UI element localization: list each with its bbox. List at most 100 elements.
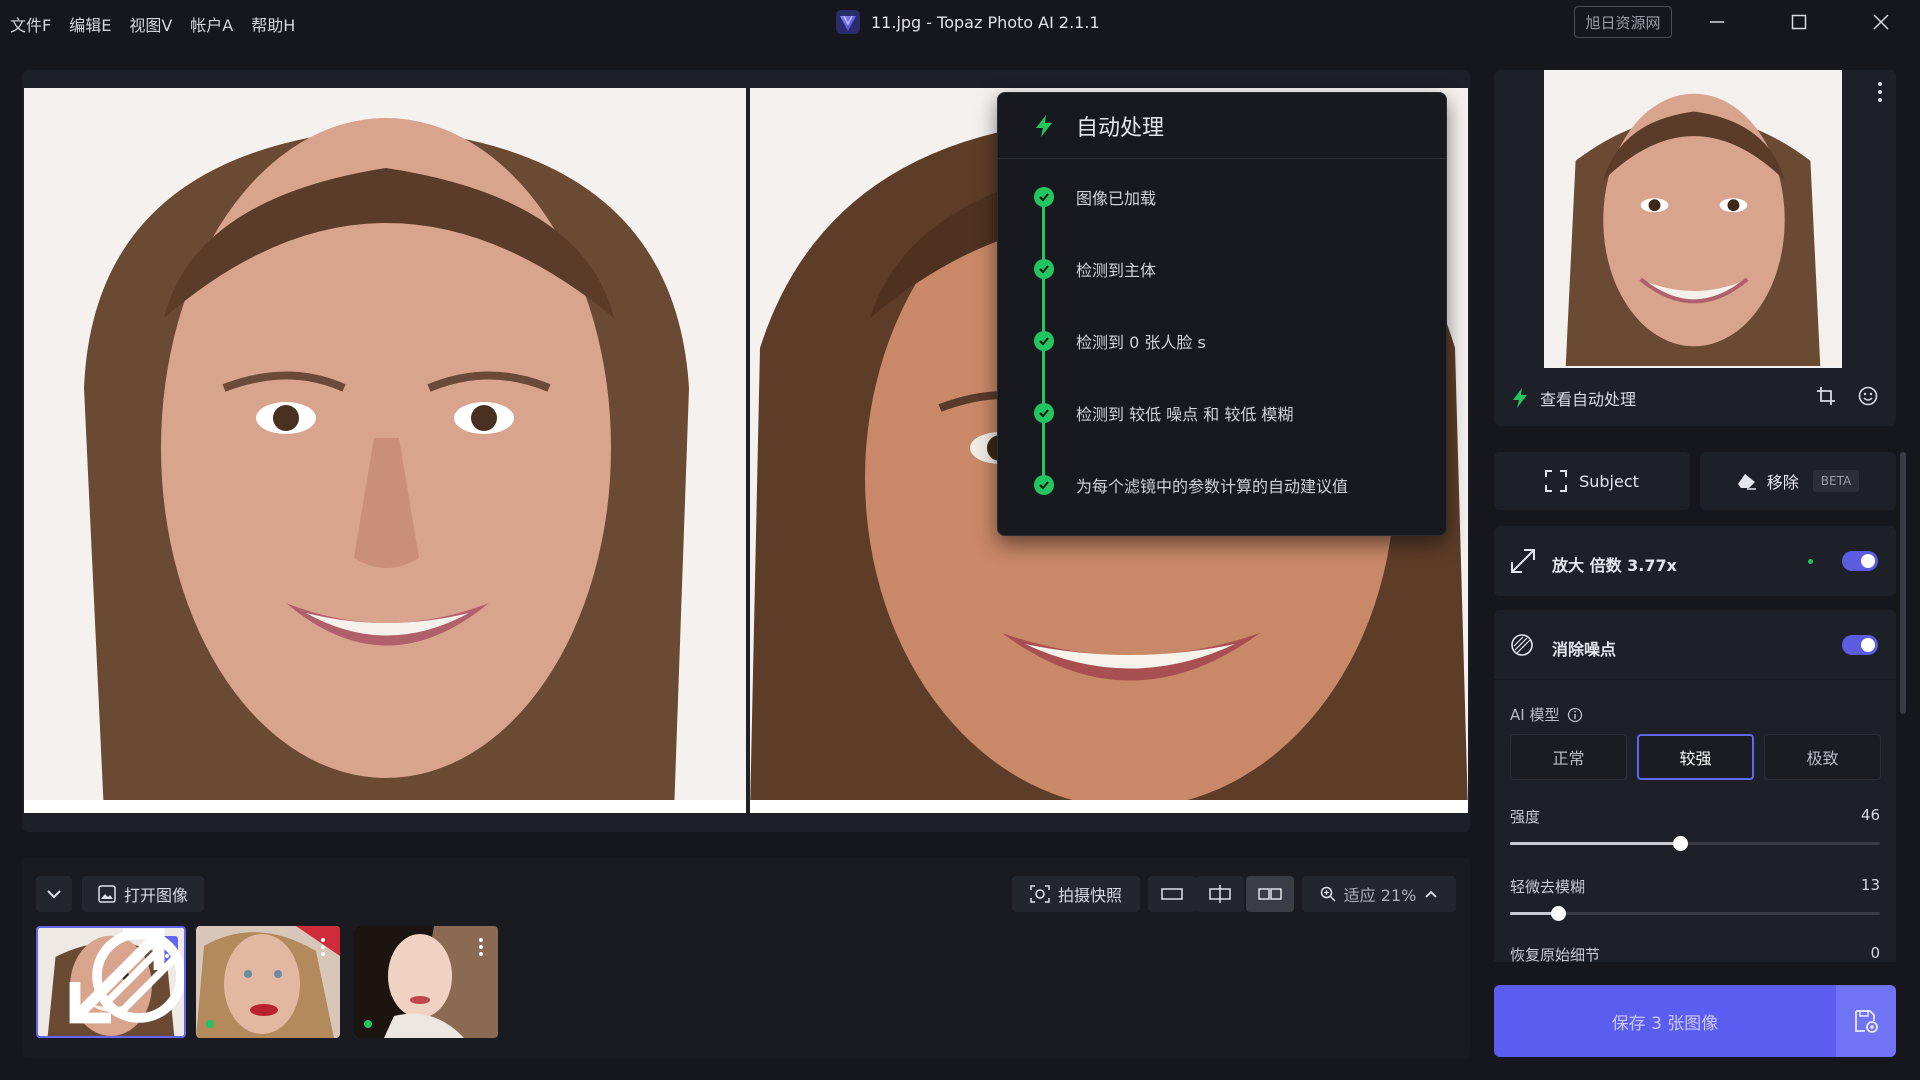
- menu-account[interactable]: 帐户A: [190, 12, 233, 36]
- collapse-button[interactable]: [36, 876, 72, 912]
- check-icon: [1034, 331, 1054, 351]
- info-icon[interactable]: [1567, 707, 1583, 723]
- subject-label: Subject: [1579, 471, 1639, 491]
- model-option-normal[interactable]: 正常: [1510, 734, 1627, 780]
- denoise-header[interactable]: 消除噪点: [1494, 610, 1896, 680]
- denoise-badge-icon: [92, 929, 184, 1023]
- deblur-label: 轻微去模糊: [1510, 878, 1586, 896]
- check-icon: [1034, 475, 1054, 495]
- thumbnail-menu-button[interactable]: [470, 934, 492, 960]
- menu-edit[interactable]: 编辑E: [69, 12, 111, 36]
- subject-button[interactable]: Subject: [1494, 452, 1690, 510]
- view-side-by-side-button[interactable]: [1246, 876, 1294, 912]
- open-image-button[interactable]: 打开图像: [82, 876, 204, 912]
- view-auto-label: 查看自动处理: [1540, 390, 1637, 409]
- zoom-control[interactable]: 适应 21%: [1302, 876, 1456, 912]
- upscale-card[interactable]: 放大 倍数 3.77x: [1494, 526, 1896, 596]
- step-label: 检测到 较低 噪点 和 较低 模糊: [1076, 405, 1294, 424]
- face-icon[interactable]: [1858, 386, 1878, 406]
- title-bar: 文件F 编辑E 视图V 帐户A 帮助H 11.jpg - Topaz Photo…: [0, 0, 1920, 44]
- remove-button[interactable]: 移除 BETA: [1700, 452, 1896, 510]
- status-dot: [206, 1020, 214, 1028]
- model-option-strong[interactable]: 较强: [1637, 734, 1754, 780]
- status-dot: [364, 1020, 372, 1028]
- step-item: 检测到 较低 噪点 和 较低 模糊: [1034, 401, 1293, 425]
- maximize-icon: [1791, 14, 1807, 30]
- sidebar-fade: [1494, 962, 1896, 985]
- denoise-toggle[interactable]: [1842, 635, 1878, 655]
- strength-value: 46: [1860, 806, 1880, 824]
- snapshot-label: 拍摄快照: [1057, 886, 1122, 905]
- window-title-group: 11.jpg - Topaz Photo AI 2.1.1: [835, 9, 1100, 35]
- zoom-icon: [1320, 886, 1336, 902]
- save-settings-icon: [1855, 1010, 1878, 1033]
- auto-panel-title: 自动处理: [1076, 115, 1165, 141]
- step-item: 为每个滤镜中的参数计算的自动建议值: [1034, 473, 1348, 497]
- denoise-icon: [1511, 634, 1533, 656]
- view-split-button[interactable]: [1196, 876, 1244, 912]
- step-label: 为每个滤镜中的参数计算的自动建议值: [1076, 477, 1349, 496]
- restore-detail-value: 0: [1870, 944, 1880, 962]
- strength-label: 强度: [1510, 808, 1541, 826]
- step-label: 图像已加载: [1076, 189, 1157, 208]
- thumbnail-2[interactable]: [196, 926, 340, 1038]
- lightning-icon: [1513, 388, 1527, 408]
- check-icon: [1034, 187, 1054, 207]
- step-item: 图像已加载: [1034, 185, 1156, 209]
- sidebar-scrollbar[interactable]: [1900, 452, 1906, 714]
- check-icon: [1034, 259, 1054, 279]
- preview-menu-button[interactable]: [1878, 82, 1882, 102]
- upscale-icon: [1511, 549, 1535, 573]
- upscale-label: 放大 倍数 3.77x: [1552, 556, 1677, 575]
- zoom-label: 适应 21%: [1343, 886, 1417, 905]
- open-image-label: 打开图像: [123, 886, 188, 905]
- preview-card: 查看自动处理: [1494, 70, 1896, 426]
- strength-slider[interactable]: [1510, 836, 1880, 851]
- split-view-icon: [1209, 885, 1231, 903]
- remove-label: 移除: [1766, 473, 1799, 492]
- close-icon: [1873, 14, 1889, 30]
- menu-file[interactable]: 文件F: [10, 12, 51, 36]
- preview-face: [1546, 72, 1840, 366]
- auto-processing-panel: 自动处理 图像已加载 检测到主体 检测到 0 张人脸 s 检测到 较低 噪点 和…: [997, 92, 1447, 536]
- crop-icon[interactable]: [1816, 386, 1836, 406]
- thumbnail-1[interactable]: [36, 926, 186, 1038]
- deblur-slider[interactable]: [1510, 906, 1880, 921]
- close-button[interactable]: [1858, 6, 1904, 38]
- auto-panel-header: 自动处理: [998, 93, 1446, 159]
- watermark-badge: 旭日资源网: [1574, 6, 1672, 38]
- save-button[interactable]: 保存 3 张图像: [1494, 985, 1836, 1057]
- menu-help[interactable]: 帮助H: [251, 12, 295, 36]
- original-image[interactable]: [24, 88, 746, 813]
- minimize-icon: [1710, 21, 1724, 23]
- chevron-up-icon: [1425, 890, 1437, 898]
- step-item: 检测到主体: [1034, 257, 1156, 281]
- upscale-toggle[interactable]: [1842, 551, 1878, 571]
- model-option-extreme[interactable]: 极致: [1764, 734, 1881, 780]
- minimize-button[interactable]: [1694, 6, 1740, 38]
- view-single-button[interactable]: [1148, 876, 1196, 912]
- snapshot-button[interactable]: 拍摄快照: [1012, 876, 1140, 912]
- lightning-icon: [1036, 114, 1052, 137]
- beta-badge: BETA: [1812, 470, 1860, 492]
- side-by-side-icon: [1258, 888, 1282, 900]
- save-settings-button[interactable]: [1836, 985, 1896, 1057]
- ai-model-heading: AI 模型: [1510, 704, 1583, 725]
- deblur-slider-handle[interactable]: [1551, 906, 1567, 921]
- upscale-status-dot: [1808, 559, 1813, 564]
- check-icon: [1034, 403, 1054, 423]
- subject-select-icon: [1545, 470, 1568, 492]
- camera-icon: [1030, 885, 1050, 903]
- thumbnail-menu-button[interactable]: [312, 934, 334, 960]
- maximize-button[interactable]: [1776, 6, 1822, 38]
- chevron-down-icon: [47, 890, 61, 899]
- thumbnail-3[interactable]: [354, 926, 498, 1038]
- eraser-icon: [1737, 474, 1756, 490]
- menu-view[interactable]: 视图V: [129, 12, 172, 36]
- preview-image[interactable]: [1544, 70, 1842, 368]
- menu-bar: 文件F 编辑E 视图V 帐户A 帮助H: [10, 12, 295, 36]
- face-portrait-original: [24, 88, 746, 813]
- view-auto-processing-button[interactable]: 查看自动处理: [1512, 386, 1636, 410]
- denoise-label: 消除噪点: [1552, 640, 1617, 659]
- step-label: 检测到主体: [1076, 261, 1157, 280]
